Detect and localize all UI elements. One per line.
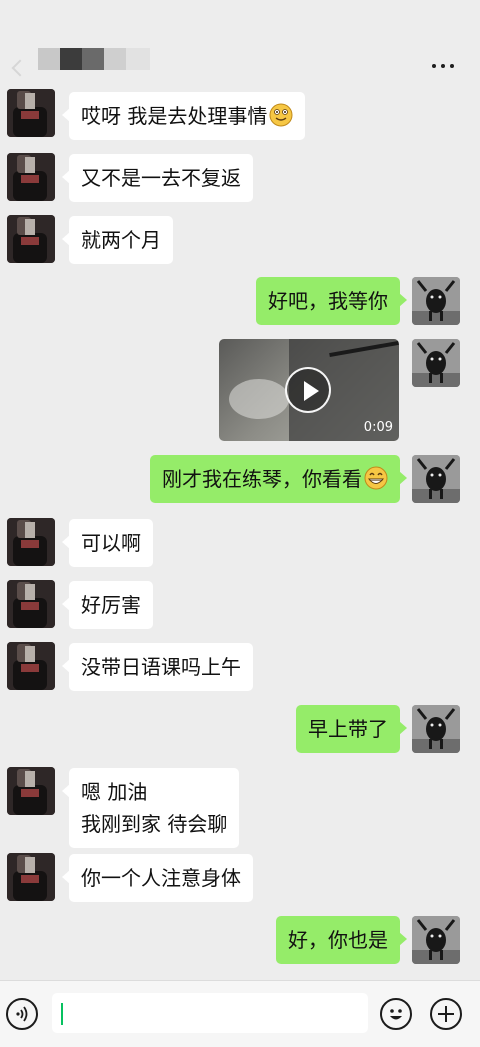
- my-avatar[interactable]: [412, 277, 460, 325]
- my-avatar[interactable]: [412, 705, 460, 753]
- input-bar: [0, 980, 480, 1047]
- message-bubble-sent: 早上带了: [296, 705, 407, 753]
- message-bubble-sent: 好吧，我等你: [256, 277, 407, 325]
- my-avatar[interactable]: [412, 339, 460, 387]
- message-bubble-received: 没带日语课吗上午: [62, 643, 253, 691]
- plus-icon[interactable]: [430, 998, 462, 1030]
- chat-header: [0, 0, 480, 88]
- contact-avatar[interactable]: [7, 518, 55, 566]
- message-bubble-received: 哎呀 我是去处理事情: [61, 92, 306, 140]
- contact-name-obscured: [38, 48, 150, 70]
- chevron-left-icon[interactable]: [11, 59, 29, 77]
- message-bubble-received: 你一个人注意身体: [62, 854, 253, 902]
- message-bubble-received: 好厉害: [62, 581, 153, 629]
- grimace-emoji-icon: [269, 103, 293, 127]
- message-bubble-received: 又不是一去不复返: [62, 154, 253, 202]
- my-avatar[interactable]: [412, 916, 460, 964]
- message-bubble-sent: 刚才我在练琴，你看看: [150, 455, 407, 503]
- video-duration: 0:09: [363, 420, 393, 435]
- text-caret: [61, 1003, 63, 1025]
- video-message[interactable]: 0:09: [219, 339, 399, 441]
- contact-avatar[interactable]: [7, 853, 55, 901]
- contact-avatar[interactable]: [7, 767, 55, 815]
- more-dots-icon[interactable]: [432, 64, 454, 68]
- emoji-icon[interactable]: [380, 998, 412, 1030]
- contact-avatar[interactable]: [7, 215, 55, 263]
- contact-avatar[interactable]: [7, 642, 55, 690]
- message-input[interactable]: [52, 993, 368, 1033]
- contact-avatar[interactable]: [7, 580, 55, 628]
- voice-icon[interactable]: [6, 998, 38, 1030]
- message-bubble-received: 就两个月: [62, 216, 173, 264]
- contact-avatar[interactable]: [7, 153, 55, 201]
- my-avatar[interactable]: [412, 455, 460, 503]
- message-bubble-sent: 好，你也是: [276, 916, 407, 964]
- message-bubble-received: 可以啊: [62, 519, 153, 567]
- contact-avatar[interactable]: [7, 89, 55, 137]
- message-bubble-received: 嗯 加油 我刚到家 待会聊: [61, 768, 240, 848]
- play-icon[interactable]: [285, 367, 331, 413]
- grin-emoji-icon: [364, 466, 388, 490]
